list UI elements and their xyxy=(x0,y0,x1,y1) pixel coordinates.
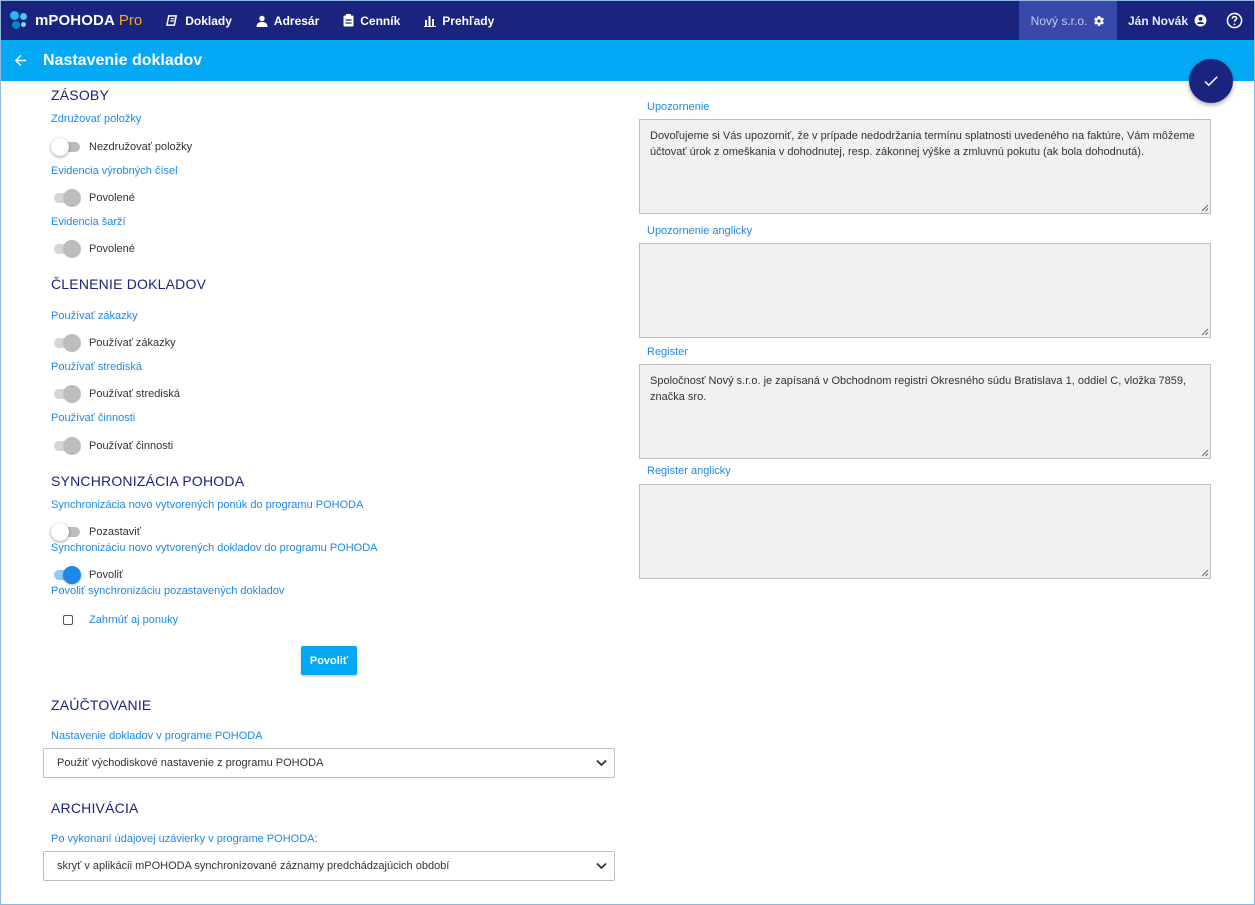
resize-handle-icon[interactable] xyxy=(1201,449,1209,457)
nav-prehlady-label: Prehľady xyxy=(442,13,495,28)
orders-toggle-label: Používať zákazky xyxy=(89,337,176,349)
activities-label: Používať činnosti xyxy=(51,412,136,424)
gear-icon xyxy=(1094,15,1105,26)
sync-offers-toggle-label: Pozastaviť xyxy=(89,526,141,538)
group-items-toggle[interactable] xyxy=(51,138,81,156)
group-items-toggle-label: Nezdružovať položky xyxy=(89,141,193,153)
include-offers-label: Zahrnúť aj ponuky xyxy=(89,614,179,626)
person-icon xyxy=(256,15,268,27)
brand[interactable]: mPOHODA Pro xyxy=(1,1,142,40)
nav-prehlady[interactable]: Prehľady xyxy=(424,1,494,40)
nav-cennik[interactable]: Cenník xyxy=(343,1,400,40)
group-items-row: Nezdružovať položky xyxy=(51,138,192,156)
nav-adresar[interactable]: Adresár xyxy=(256,1,319,40)
warning-en-label: Upozornenie anglicky xyxy=(647,225,753,237)
register-en-textarea[interactable] xyxy=(639,484,1211,579)
register-text: Spoločnosť Nový s.r.o. je zapísaná v Obc… xyxy=(650,375,1187,403)
price-list-icon xyxy=(343,14,354,27)
sync-paused-label: Povoliť synchronizáciu pozastavených dok… xyxy=(51,585,285,597)
orders-row: Používať zákazky xyxy=(51,334,176,352)
resize-handle-icon[interactable] xyxy=(1201,569,1209,577)
sync-docs-toggle-label: Povoliť xyxy=(89,569,124,581)
accounting-settings-value: Použiť východiskové nastavenie z program… xyxy=(57,757,324,769)
register-textarea[interactable]: Spoločnosť Nový s.r.o. je zapísaná v Obc… xyxy=(639,364,1211,459)
activities-row: Používať činnosti xyxy=(51,437,173,455)
bar-chart-icon xyxy=(424,15,437,27)
nav-doklady[interactable]: Doklady xyxy=(166,1,232,40)
activities-toggle[interactable] xyxy=(51,437,81,455)
sync-docs-toggle[interactable] xyxy=(51,566,81,584)
back-arrow-icon[interactable] xyxy=(12,52,29,69)
orders-label: Používať zákazky xyxy=(51,310,138,322)
sync-offers-row: Pozastaviť xyxy=(51,523,141,541)
centers-toggle-label: Používať strediská xyxy=(89,388,180,400)
brand-name: mPOHODA xyxy=(35,12,115,29)
batch-toggle[interactable] xyxy=(51,240,81,258)
warning-label: Upozornenie xyxy=(647,101,710,113)
company-switcher[interactable]: Nový s.r.o. xyxy=(1019,1,1117,40)
documents-icon xyxy=(166,15,178,26)
centers-label: Používať strediská xyxy=(51,361,142,373)
section-archivacia-title: ARCHIVÁCIA xyxy=(51,800,139,816)
resize-handle-icon[interactable] xyxy=(1201,328,1209,336)
section-sync-title: SYNCHRONIZÁCIA POHODA xyxy=(51,473,245,489)
centers-toggle[interactable] xyxy=(51,385,81,403)
serial-numbers-toggle-label: Povolené xyxy=(89,192,135,204)
nav-adresar-label: Adresár xyxy=(273,13,320,28)
page-title: Nastavenie dokladov xyxy=(43,51,203,69)
chevron-down-icon xyxy=(596,759,607,767)
chevron-down-icon xyxy=(596,862,607,870)
section-zasoby-title: ZÁSOBY xyxy=(51,87,109,103)
resize-handle-icon[interactable] xyxy=(1201,204,1209,212)
confirm-button[interactable] xyxy=(1189,59,1233,103)
register-label: Register xyxy=(647,346,688,358)
company-name: Nový s.r.o. xyxy=(1030,13,1088,28)
nav-cennik-label: Cenník xyxy=(360,13,401,28)
warning-en-textarea[interactable] xyxy=(639,243,1211,338)
archive-select[interactable]: skryť v aplikácii mPOHODA synchronizovan… xyxy=(43,851,615,881)
sync-offers-toggle[interactable] xyxy=(51,523,81,541)
account-circle-icon xyxy=(1194,14,1207,27)
nav-doklady-label: Doklady xyxy=(185,13,232,28)
batch-row: Povolené xyxy=(51,240,135,258)
warning-text: Dovoľujeme si Vás upozorniť, že v prípad… xyxy=(650,130,1195,158)
archive-value: skryť v aplikácii mPOHODA synchronizovan… xyxy=(57,860,450,872)
accounting-settings-label: Nastavenie dokladov v programe POHODA xyxy=(51,730,263,742)
serial-numbers-label: Evidencia výrobných čísel xyxy=(51,165,178,177)
page-header: Nastavenie dokladov xyxy=(1,40,1254,81)
check-icon xyxy=(1204,76,1218,87)
sync-docs-label: Synchronizáciu novo vytvorených dokladov… xyxy=(51,542,378,554)
batch-label: Evidencia šarží xyxy=(51,216,126,228)
section-zauctovanie-title: ZAÚČTOVANIE xyxy=(51,697,152,713)
mpohoda-logo-icon xyxy=(10,11,29,30)
brand-suffix: Pro xyxy=(118,12,143,29)
user-menu[interactable]: Ján Novák xyxy=(1128,1,1207,40)
warning-textarea[interactable]: Dovoľujeme si Vás upozorniť, že v prípad… xyxy=(639,119,1211,214)
serial-numbers-toggle[interactable] xyxy=(51,189,81,207)
centers-row: Používať strediská xyxy=(51,385,180,403)
top-navbar: mPOHODA Pro Doklady Adresár Cenník Prehľ… xyxy=(1,1,1254,40)
group-items-label: Združovať položky xyxy=(51,113,142,125)
accounting-settings-select[interactable]: Použiť východiskové nastavenie z program… xyxy=(43,748,615,778)
batch-toggle-label: Povolené xyxy=(89,243,135,255)
register-en-label: Register anglicky xyxy=(647,465,731,477)
sync-docs-row: Povoliť xyxy=(51,566,123,584)
sync-offers-label: Synchronizácia novo vytvorených ponúk do… xyxy=(51,499,364,511)
include-offers-checkbox[interactable] xyxy=(63,615,73,625)
include-offers-row: Zahrnúť aj ponuky xyxy=(63,614,178,626)
help-icon[interactable] xyxy=(1226,12,1243,34)
activities-toggle-label: Používať činnosti xyxy=(89,440,174,452)
enable-sync-button[interactable]: Povoliť xyxy=(301,646,357,675)
serial-numbers-row: Povolené xyxy=(51,189,135,207)
archive-label: Po vykonaní údajovej uzávierky v program… xyxy=(51,833,318,845)
orders-toggle[interactable] xyxy=(51,334,81,352)
section-clenenie-title: ČLENENIE DOKLADOV xyxy=(51,276,207,292)
main-nav: Doklady Adresár Cenník Prehľady xyxy=(166,1,518,40)
user-name: Ján Novák xyxy=(1128,13,1189,28)
